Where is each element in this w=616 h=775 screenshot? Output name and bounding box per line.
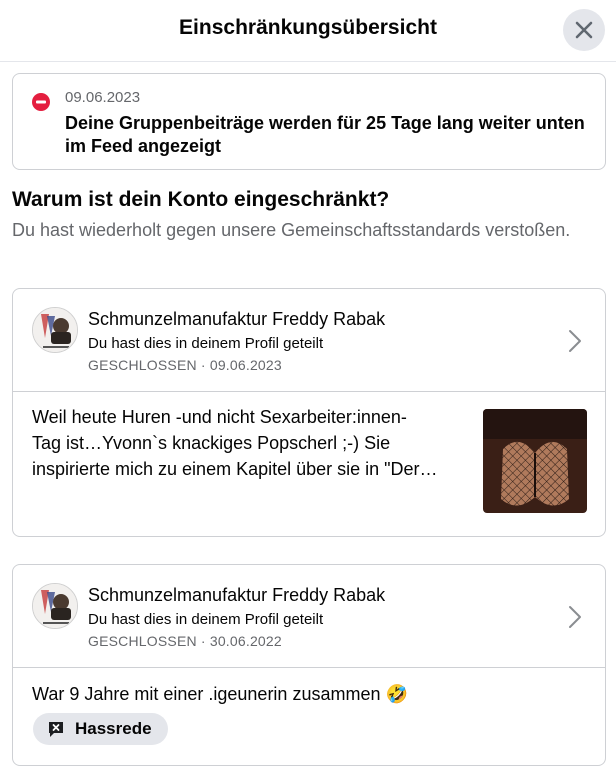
author-name: Schmunzelmanufaktur Freddy Rabak	[88, 309, 386, 329]
notice-text: Deine Gruppenbeiträge werden für 25 Tage…	[65, 113, 585, 156]
post-text-line: Weil heute Huren -und nicht Sexarbeiter:…	[32, 407, 407, 427]
avatar	[32, 307, 78, 353]
violation-card: Schmunzelmanufaktur Freddy Rabak Du hast…	[12, 564, 606, 766]
share-context: Du hast dies in deinem Profil geteilt	[88, 335, 324, 352]
post-thumbnail[interactable]	[483, 409, 587, 513]
chevron-right-icon	[569, 330, 581, 352]
close-icon	[575, 21, 593, 39]
status-meta: GESCHLOSSEN · 30.06.2022	[88, 633, 282, 649]
why-description: Du hast wiederholt gegen unsere Gemeinsc…	[12, 220, 571, 240]
close-button[interactable]	[563, 9, 605, 51]
post-text: War 9 Jahre mit einer .igeunerin zusamme…	[32, 684, 408, 704]
dialog-title: Einschränkungsübersicht	[179, 16, 437, 39]
violation-card: Schmunzelmanufaktur Freddy Rabak Du hast…	[12, 288, 606, 537]
why-heading: Warum ist dein Konto eingeschränkt?	[12, 188, 390, 211]
dialog-header: Einschränkungsübersicht	[0, 0, 616, 62]
violation-tag-label: Hassrede	[75, 719, 152, 738]
stop-icon	[32, 93, 50, 111]
violation-tag[interactable]: Hassrede	[33, 713, 168, 745]
violation-card-header[interactable]: Schmunzelmanufaktur Freddy Rabak Du hast…	[13, 565, 605, 668]
status-meta: GESCHLOSSEN · 09.06.2023	[88, 357, 282, 373]
restriction-notice: 09.06.2023 Deine Gruppenbeiträge werden …	[12, 73, 606, 170]
report-icon	[49, 722, 63, 737]
violation-card-header[interactable]: Schmunzelmanufaktur Freddy Rabak Du hast…	[13, 289, 605, 392]
post-text-line: Tag ist…Yvonn`s knackiges Popscherl ;-) …	[32, 433, 391, 453]
author-name: Schmunzelmanufaktur Freddy Rabak	[88, 585, 386, 605]
notice-date: 09.06.2023	[65, 89, 141, 106]
post-text-line: inspirierte mich zu einem Kapitel über s…	[32, 459, 438, 479]
chevron-right-icon	[569, 606, 581, 628]
share-context: Du hast dies in deinem Profil geteilt	[88, 611, 324, 628]
avatar	[32, 583, 78, 629]
